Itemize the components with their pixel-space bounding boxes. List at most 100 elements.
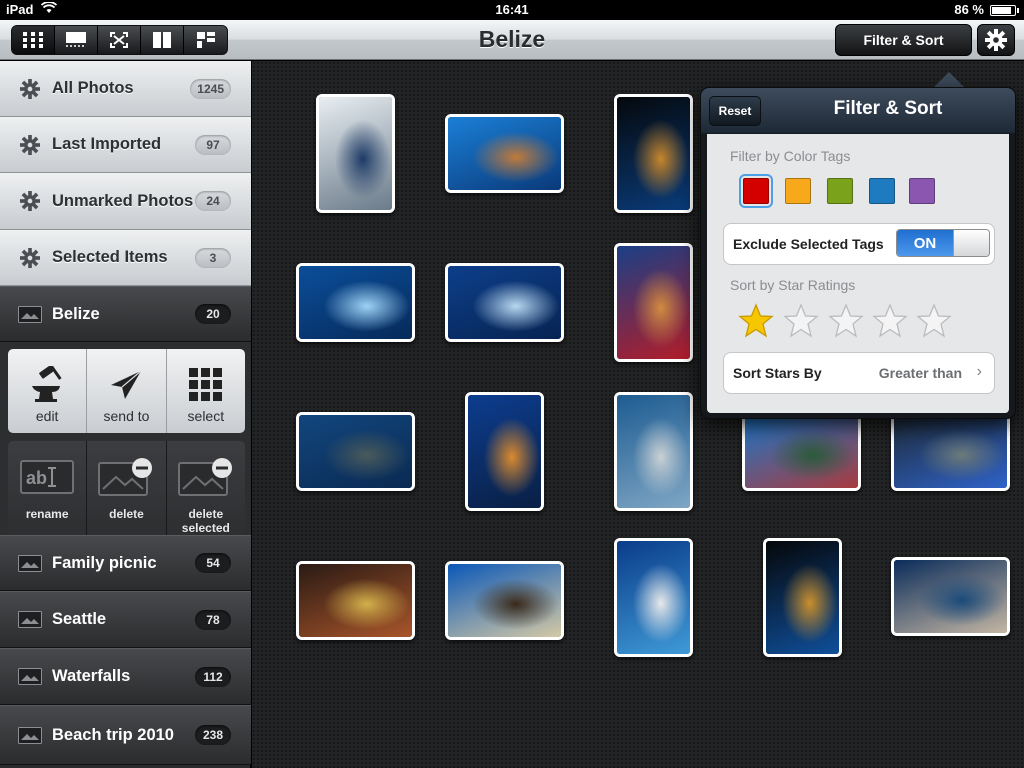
exclude-tags-label: Exclude Selected Tags (733, 236, 884, 252)
delete-label: delete (109, 507, 144, 521)
sidebar-item-family-picnic[interactable]: Family picnic 54 (0, 535, 251, 591)
chevron-right-icon: › (976, 363, 982, 380)
photo-thumbnail[interactable] (296, 561, 415, 640)
rename-label: rename (25, 507, 69, 521)
photo-thumbnail[interactable] (445, 561, 564, 640)
grouper-photo (299, 415, 412, 488)
sidebar-item-last-imported[interactable]: Last Imported 97 (0, 117, 251, 173)
paper-plane-icon (109, 362, 143, 408)
sponge-dark-photo (766, 541, 839, 654)
album-icon (18, 725, 42, 745)
count-badge: 238 (195, 725, 231, 745)
toggle-knob (953, 230, 989, 256)
color-tag-swatch[interactable] (827, 178, 853, 204)
sidebar-item-label: Waterfalls (52, 667, 131, 685)
sidebar-item-label: Last Imported (52, 135, 162, 153)
photo-thumbnail[interactable] (891, 412, 1010, 491)
sidebar-item-belize[interactable]: Belize 20 (0, 286, 251, 342)
star-empty-icon[interactable] (872, 303, 908, 339)
photo-thumbnail[interactable] (614, 94, 693, 213)
reset-button[interactable]: Reset (709, 96, 761, 126)
sidebar-item-label: Selected Items (52, 248, 168, 266)
grid-select-icon (188, 362, 223, 408)
send-to-button[interactable]: send to (87, 349, 167, 433)
toggle-on-label: ON (897, 230, 953, 256)
star-empty-icon[interactable] (783, 303, 819, 339)
sidebar-item-waterfalls[interactable]: Waterfalls 112 (0, 648, 251, 705)
svg-text:ab: ab (26, 468, 47, 488)
photo-thumbnail[interactable] (614, 392, 693, 511)
album-icon (18, 610, 42, 630)
select-label: select (187, 408, 225, 424)
moray-eel-photo (299, 564, 412, 637)
select-button[interactable]: select (166, 349, 245, 433)
album-icon (18, 553, 42, 573)
exclude-tags-cell: Exclude Selected Tags ON (723, 223, 995, 265)
gear-icon (18, 247, 42, 268)
sort-stars-by-value: Greater than (878, 365, 962, 381)
delete-album-icon (98, 457, 154, 497)
exclude-tags-toggle[interactable]: ON (896, 229, 990, 257)
sidebar-item-label: Unmarked Photos (52, 191, 194, 210)
filter-sort-button[interactable]: Filter & Sort (835, 24, 972, 56)
color-tags-label: Filter by Color Tags (730, 148, 851, 164)
color-tag-swatch[interactable] (785, 178, 811, 204)
rename-icon: ab (20, 457, 75, 497)
star-empty-icon[interactable] (916, 303, 952, 339)
settings-button[interactable] (977, 24, 1015, 56)
dive-boat-photo (319, 97, 392, 210)
album-icon (18, 304, 42, 324)
count-badge: 1245 (190, 78, 231, 99)
sidebar-item-label: All Photos (52, 79, 134, 97)
photo-thumbnail[interactable] (891, 557, 1010, 636)
sidebar-item-label: Seattle (52, 610, 107, 628)
count-badge: 97 (195, 134, 231, 155)
jawfish-photo (617, 395, 690, 508)
sea-turtle-photo (448, 564, 561, 637)
count-badge: 24 (195, 191, 231, 211)
edit-label: edit (35, 408, 59, 424)
count-badge: 54 (195, 553, 231, 573)
count-badge: 78 (195, 609, 231, 630)
sidebar-item-beach-trip-2010[interactable]: Beach trip 2010 238 (0, 705, 251, 765)
photo-thumbnail[interactable] (763, 538, 842, 657)
photo-thumbnail[interactable] (445, 114, 564, 193)
edit-button[interactable]: edit (8, 349, 88, 433)
count-badge: 112 (195, 666, 231, 687)
photo-thumbnail[interactable] (296, 412, 415, 491)
delete-selected-label: delete selected (181, 507, 230, 535)
primary-actions: edit send to select (8, 349, 245, 433)
gear-icon (18, 78, 42, 99)
orange-sponge-photo (617, 97, 690, 210)
photo-thumbnail[interactable] (465, 392, 544, 511)
color-tag-swatch[interactable] (739, 174, 773, 208)
photo-thumbnail[interactable] (614, 538, 693, 657)
photo-thumbnail[interactable] (316, 94, 395, 213)
filter-sort-popover: Reset Filter & Sort Filter by Color Tags… (700, 87, 1016, 419)
sidebar-item-all-photos[interactable]: All Photos 1245 (0, 61, 251, 117)
photo-thumbnail[interactable] (742, 412, 861, 491)
delete-selected-icon (177, 457, 234, 497)
count-badge: 3 (195, 247, 231, 268)
star-empty-icon[interactable] (828, 303, 864, 339)
album-icon (18, 667, 42, 687)
battery-percent: 86 % (954, 2, 984, 17)
sidebar-item-label: Beach trip 2010 (52, 725, 174, 744)
color-tag-swatch[interactable] (869, 178, 895, 204)
sidebar-item-seattle[interactable]: Seattle 78 (0, 591, 251, 648)
popover-title: Filter & Sort (833, 98, 943, 119)
blue-fish-photo (894, 415, 1007, 488)
photo-thumbnail[interactable] (614, 243, 693, 362)
angelfish-photo (894, 560, 1007, 633)
photo-thumbnail[interactable] (296, 263, 415, 342)
sidebar-item-label: Family picnic (52, 553, 157, 572)
gear-icon (985, 29, 1007, 51)
sea-fan-photo (617, 541, 690, 654)
color-tag-swatch[interactable] (909, 178, 935, 204)
sidebar-item-selected-items[interactable]: Selected Items 3 (0, 230, 251, 286)
sort-stars-by-cell[interactable]: Sort Stars By Greater than › (723, 352, 995, 394)
sidebar-item-unmarked-photos[interactable]: Unmarked Photos 24 (0, 173, 251, 230)
star-filled-icon[interactable] (738, 303, 774, 339)
battery-icon (990, 5, 1019, 16)
photo-thumbnail[interactable] (445, 263, 564, 342)
